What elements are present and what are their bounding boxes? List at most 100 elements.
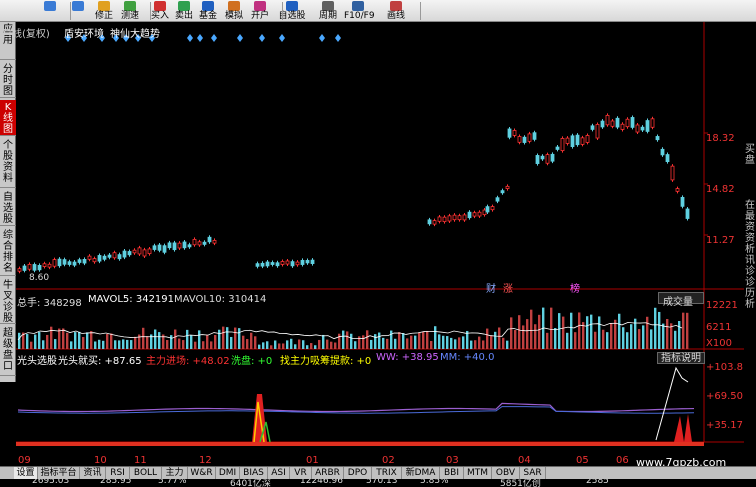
candle-body bbox=[122, 250, 127, 258]
toolbar-button-3[interactable]: 测速 bbox=[116, 0, 144, 22]
toolbar-button-12[interactable]: 画线 bbox=[382, 0, 410, 22]
indicator-tab[interactable]: W&R bbox=[188, 467, 216, 479]
indicator-tab[interactable]: DMI bbox=[216, 467, 240, 479]
left-nav-item[interactable]: 牛叉诊股 bbox=[0, 278, 16, 324]
volume-bar bbox=[202, 341, 205, 349]
indicator-tab[interactable]: SAR bbox=[520, 467, 546, 479]
volume-bar bbox=[506, 340, 509, 349]
volume-bar bbox=[114, 340, 117, 349]
indicator-tab[interactable]: 指标平台 bbox=[38, 467, 80, 479]
candle-body bbox=[62, 259, 67, 265]
time-axis-label: 02 bbox=[382, 455, 395, 466]
indicator-tab[interactable]: 新DMA bbox=[402, 467, 440, 479]
left-nav-item[interactable]: K线图 bbox=[0, 100, 16, 136]
candle-body bbox=[495, 197, 500, 202]
left-nav-item[interactable]: 个股资料 bbox=[0, 138, 16, 188]
indicator-tab[interactable]: TRIX bbox=[372, 467, 402, 479]
indicator-tab[interactable]: DPO bbox=[344, 467, 372, 479]
left-nav-item[interactable]: 超级盘口 bbox=[0, 326, 16, 376]
volume-bar bbox=[610, 323, 613, 349]
volume-indicator-dropdown[interactable]: 成交量 bbox=[658, 292, 704, 308]
volume-bar bbox=[394, 338, 397, 349]
toolbar-button-11[interactable]: F10/F9 bbox=[344, 0, 375, 22]
toolbar-button-10[interactable]: 周期 bbox=[314, 0, 342, 22]
left-nav-item[interactable]: 综合排名 bbox=[0, 228, 16, 276]
draw-icon bbox=[390, 1, 402, 11]
period-icon bbox=[322, 1, 334, 11]
volume-bar bbox=[46, 334, 49, 349]
volume-bar bbox=[302, 340, 305, 349]
candle-body bbox=[132, 249, 137, 254]
candle-body bbox=[280, 261, 285, 265]
volume-bar bbox=[186, 329, 189, 349]
candle-body bbox=[47, 263, 52, 268]
volume-bar bbox=[70, 341, 73, 349]
candle-body bbox=[650, 118, 655, 128]
candle-body bbox=[620, 123, 625, 130]
volume-bar bbox=[514, 330, 517, 349]
indicator-name[interactable]: 光头选股 bbox=[17, 352, 57, 367]
toolbar-button-8[interactable]: 开户 bbox=[246, 0, 274, 22]
volume-bar bbox=[534, 324, 537, 349]
toolbar-button-6[interactable]: 基金 bbox=[194, 0, 222, 22]
volume-bar bbox=[518, 315, 521, 349]
candle-body bbox=[157, 244, 162, 251]
volume-bar bbox=[230, 336, 233, 349]
event-mark[interactable]: 财 bbox=[486, 280, 496, 295]
candle-body bbox=[462, 214, 467, 221]
indicator-tab[interactable]: ASI bbox=[268, 467, 290, 479]
volume-bar bbox=[226, 327, 229, 349]
indicator-tab[interactable]: BBI bbox=[440, 467, 464, 479]
indicator-tab[interactable]: 资讯 bbox=[80, 467, 106, 479]
candle-body bbox=[640, 126, 645, 131]
volume-bar bbox=[298, 339, 301, 349]
volume-bar bbox=[454, 339, 457, 349]
indicator-tab[interactable]: 设置 bbox=[14, 467, 38, 479]
volume-bar bbox=[322, 334, 325, 349]
indicator-tab[interactable]: 主力 bbox=[162, 467, 188, 479]
volume-bar bbox=[54, 339, 57, 349]
toolbar-button-2[interactable]: 修正 bbox=[90, 0, 118, 22]
volume-bar bbox=[278, 343, 281, 349]
volume-bar bbox=[146, 336, 149, 349]
candle-body bbox=[310, 259, 315, 264]
indicator-tab[interactable]: BOLL bbox=[130, 467, 162, 479]
volume-bar bbox=[102, 340, 105, 349]
candle-body bbox=[17, 268, 22, 272]
volume-bar bbox=[174, 329, 177, 349]
indicator-tab[interactable]: VR bbox=[290, 467, 312, 479]
left-nav-item[interactable]: 分时图 bbox=[0, 62, 16, 98]
left-nav-item[interactable]: 自选股 bbox=[0, 190, 16, 226]
toolbar-forward-button[interactable] bbox=[64, 0, 92, 22]
volume-bar bbox=[418, 332, 421, 349]
candle-body bbox=[505, 185, 510, 190]
toolbar-button-7[interactable]: 模拟 bbox=[220, 0, 248, 22]
volume-bar bbox=[586, 316, 589, 349]
indicator-help-button[interactable]: 指标说明 bbox=[657, 352, 705, 364]
candle-body bbox=[590, 125, 595, 130]
toolbar-back-button[interactable] bbox=[36, 0, 64, 22]
candle-body bbox=[57, 258, 62, 267]
candle-body bbox=[665, 154, 670, 163]
indicator-tab[interactable]: BIAS bbox=[240, 467, 268, 479]
volume-bar bbox=[130, 340, 133, 349]
volume-bar bbox=[178, 338, 181, 349]
candle-body bbox=[92, 258, 97, 263]
volume-bar bbox=[666, 319, 669, 349]
candle-body bbox=[82, 259, 87, 264]
volume-bar bbox=[30, 341, 33, 349]
event-mark[interactable]: 榜 bbox=[570, 280, 580, 295]
indicator-b-label[interactable]: 神仙大趋势 bbox=[110, 25, 160, 40]
mm-line bbox=[17, 406, 695, 414]
kline-chart[interactable] bbox=[16, 22, 744, 466]
indicator-tab[interactable]: MTM bbox=[464, 467, 492, 479]
right-strip-top-text[interactable]: 买盘 bbox=[744, 144, 756, 166]
event-mark[interactable]: 涨 bbox=[503, 280, 513, 295]
volume-bar bbox=[462, 336, 465, 349]
indicator-tab[interactable]: OBV bbox=[492, 467, 520, 479]
status-value: 12246.96 bbox=[300, 479, 343, 486]
indicator-a-label[interactable]: 盾安环境 bbox=[64, 25, 104, 40]
right-strip-lower-text[interactable]: 在最资资析讯诊诊历析 bbox=[744, 200, 756, 310]
indicator-tab[interactable]: ARBR bbox=[312, 467, 344, 479]
indicator-tab[interactable]: RSI bbox=[106, 467, 130, 479]
